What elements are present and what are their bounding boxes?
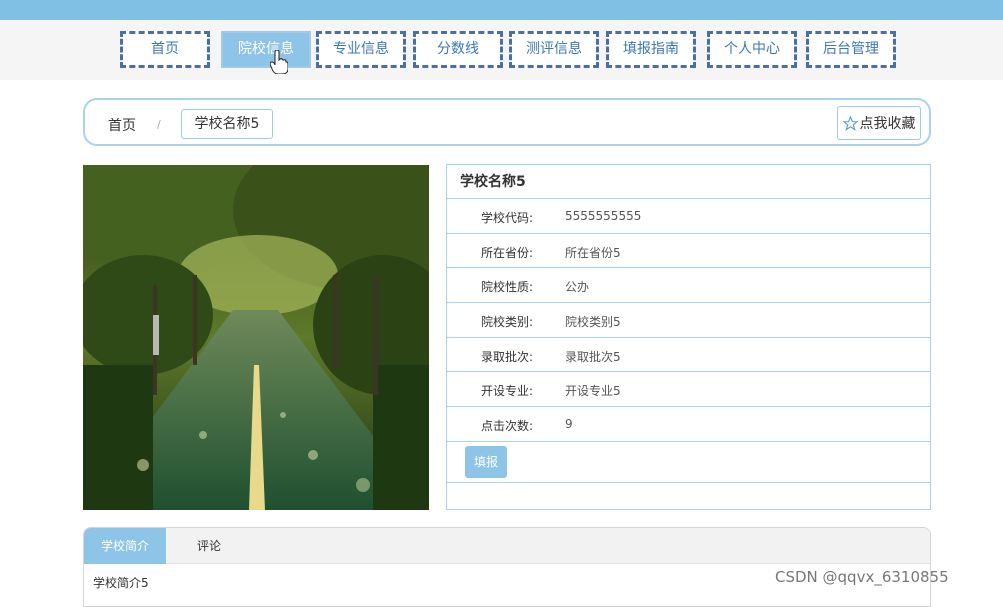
info-label: 录取批次: xyxy=(481,349,534,364)
info-row-clicks: 点击次数: 9 xyxy=(447,407,930,442)
info-value: 公办 xyxy=(565,280,590,295)
tab-header: 学校简介 评论 xyxy=(84,528,930,564)
info-value: 9 xyxy=(565,417,573,432)
top-color-strip xyxy=(0,0,1003,20)
nav-item-schools[interactable]: 院校信息 xyxy=(221,31,311,68)
nav-item-assessment[interactable]: 测评信息 xyxy=(509,31,599,68)
favorite-button[interactable]: 点我收藏 xyxy=(837,106,921,140)
star-icon xyxy=(842,115,858,131)
apply-button[interactable]: 填报 xyxy=(465,445,507,478)
watermark: CSDN @qqvx_6310855 xyxy=(775,568,949,586)
info-label: 学校代码: xyxy=(481,211,534,225)
info-value: 开设专业5 xyxy=(565,384,621,399)
info-label: 院校性质: xyxy=(481,280,534,295)
info-label: 所在省份: xyxy=(481,245,534,260)
info-row-category: 院校类别: 院校类别5 xyxy=(447,303,930,338)
info-label: 开设专业: xyxy=(481,384,534,399)
hand-cursor-icon xyxy=(270,50,288,74)
tab-school-intro[interactable]: 学校简介 xyxy=(84,528,166,564)
detail-tabs: 学校简介 评论 学校简介5 xyxy=(83,527,931,607)
info-value: 院校类别5 xyxy=(565,315,621,330)
tab-comments[interactable]: 评论 xyxy=(166,528,252,564)
info-row-nature: 院校性质: 公办 xyxy=(447,268,930,304)
info-row-batch: 录取批次: 录取批次5 xyxy=(447,338,930,373)
favorite-label: 点我收藏 xyxy=(859,116,916,132)
action-row: 填报 xyxy=(447,442,930,483)
breadcrumb-separator: / xyxy=(157,118,161,131)
breadcrumb-home-link[interactable]: 首页 xyxy=(108,115,136,135)
school-photo xyxy=(83,165,429,510)
school-name-heading: 学校名称5 xyxy=(447,165,930,199)
nav-item-scores[interactable]: 分数线 xyxy=(413,31,503,68)
info-label: 点击次数: xyxy=(481,419,534,434)
info-row-majors: 开设专业: 开设专业5 xyxy=(447,372,930,408)
nav-item-home[interactable]: 首页 xyxy=(120,31,210,68)
nav-item-majors[interactable]: 专业信息 xyxy=(316,31,406,68)
main-nav: 首页 院校信息 专业信息 分数线 测评信息 填报指南 个人中心 后台管理 xyxy=(120,31,900,69)
nav-item-profile[interactable]: 个人中心 xyxy=(707,31,797,68)
info-value: 5555555555 xyxy=(565,209,642,223)
nav-item-admin[interactable]: 后台管理 xyxy=(806,31,896,68)
info-value: 所在省份5 xyxy=(565,245,621,260)
breadcrumb-current: 学校名称5 xyxy=(181,109,273,139)
info-label: 院校类别: xyxy=(481,315,534,330)
info-value: 录取批次5 xyxy=(565,349,621,364)
info-row-province: 所在省份: 所在省份5 xyxy=(447,234,930,269)
school-info-panel: 学校名称5 学校代码: 5555555555 所在省份: 所在省份5 院校性质:… xyxy=(446,164,931,510)
nav-item-guide[interactable]: 填报指南 xyxy=(606,31,696,68)
breadcrumb: 首页 / 学校名称5 点我收藏 xyxy=(83,98,931,146)
info-row-code: 学校代码: 5555555555 xyxy=(447,199,930,234)
